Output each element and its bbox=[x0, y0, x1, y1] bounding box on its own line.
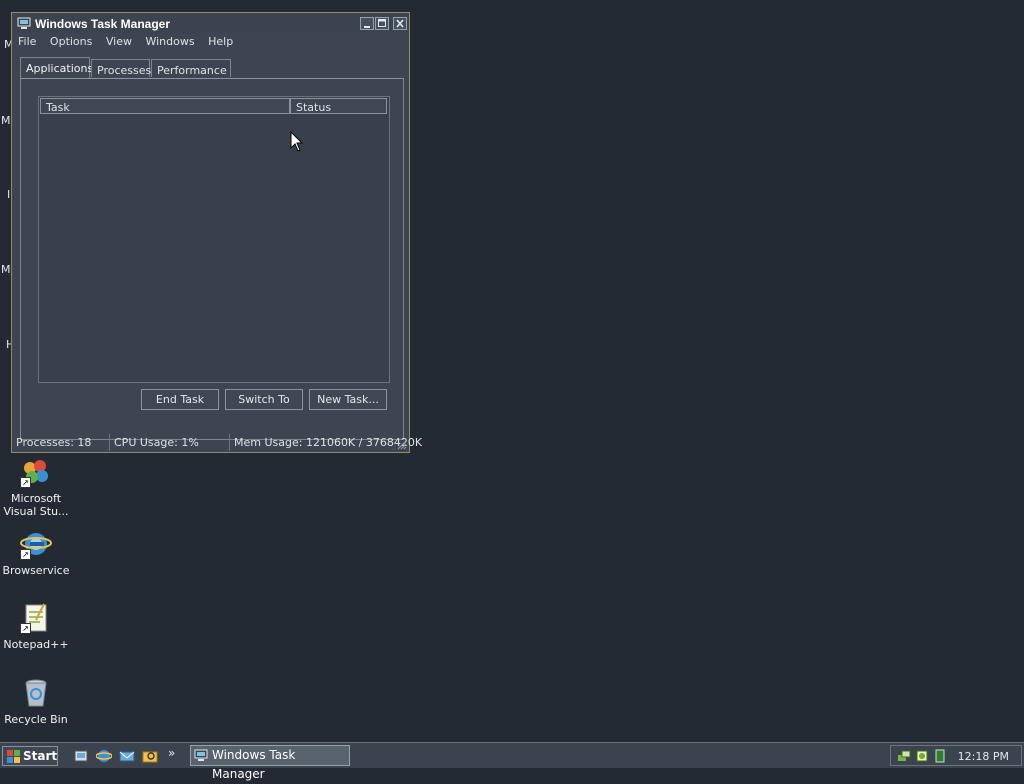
menu-file[interactable]: File bbox=[18, 35, 36, 48]
network-icon[interactable] bbox=[897, 749, 911, 766]
end-task-button[interactable]: End Task bbox=[141, 389, 219, 410]
task-list[interactable]: Task Status bbox=[38, 96, 390, 383]
desktop-icon-label: Microsoft Visual Stu... bbox=[3, 492, 69, 518]
notepadpp-icon: ↗ bbox=[20, 602, 52, 634]
close-button[interactable] bbox=[393, 17, 407, 30]
task-manager-window[interactable]: Windows Task Manager File Options View W… bbox=[11, 12, 423, 453]
tab-performance[interactable]: Performance bbox=[151, 59, 231, 77]
menu-bar: File Options View Windows Help bbox=[18, 35, 243, 51]
desktop-icon-label-fragment: I bbox=[7, 188, 11, 201]
resize-grip-icon[interactable] bbox=[397, 440, 407, 450]
shortcut-arrow-icon: ↗ bbox=[20, 549, 31, 560]
visual-studio-icon: ↗ bbox=[20, 456, 52, 488]
desktop-icon-label: Recycle Bin bbox=[4, 713, 68, 726]
shortcut-arrow-icon: ↗ bbox=[20, 477, 31, 488]
taskbar-button-label: Windows Task Manager bbox=[212, 748, 296, 781]
new-task-button[interactable]: New Task... bbox=[309, 389, 387, 410]
status-bar: Processes: 18 CPU Usage: 1% Mem Usage: 1… bbox=[13, 434, 423, 451]
minimize-icon bbox=[364, 26, 370, 28]
task-manager-icon bbox=[17, 17, 31, 30]
minimize-button[interactable] bbox=[360, 17, 374, 30]
desktop-icon-label: Notepad++ bbox=[3, 638, 69, 651]
quick-launch-chevron[interactable]: » bbox=[168, 746, 175, 760]
start-label: Start bbox=[23, 749, 58, 763]
maximize-icon bbox=[378, 19, 386, 27]
menu-help[interactable]: Help bbox=[208, 35, 233, 48]
desktop-icon-label: Browservice bbox=[2, 564, 70, 577]
menu-windows[interactable]: Windows bbox=[145, 35, 194, 48]
taskbar: Start » Windows Task Manager 12:18 PM bbox=[0, 742, 1024, 781]
task-manager-icon bbox=[194, 749, 208, 762]
desktop-icon-label-fragment: M bbox=[1, 263, 11, 276]
recycle-bin-icon bbox=[20, 677, 52, 709]
show-desktop-icon[interactable] bbox=[73, 748, 89, 764]
taskbar-button-task-manager[interactable]: Windows Task Manager bbox=[190, 745, 350, 781]
window-title: Windows Task Manager bbox=[35, 17, 171, 31]
explorer-icon[interactable] bbox=[142, 748, 158, 764]
mouse-cursor-icon bbox=[290, 131, 304, 152]
status-mem-usage: Mem Usage: 121060K / 3768420K bbox=[234, 436, 423, 449]
column-header-status[interactable]: Status bbox=[290, 98, 387, 114]
tab-processes[interactable]: Processes bbox=[91, 59, 151, 77]
tab-applications[interactable]: Applications bbox=[20, 57, 93, 79]
system-tray: 12:18 PM bbox=[890, 745, 1022, 766]
internet-explorer-icon: ↗ bbox=[20, 528, 52, 560]
clock[interactable]: 12:18 PM bbox=[958, 750, 1009, 763]
switch-to-button[interactable]: Switch To bbox=[225, 389, 303, 410]
maximize-button[interactable] bbox=[375, 17, 389, 30]
windows-logo-icon bbox=[7, 750, 20, 763]
email-icon[interactable] bbox=[119, 748, 135, 764]
menu-options[interactable]: Options bbox=[50, 35, 92, 48]
status-processes: Processes: 18 bbox=[13, 434, 110, 451]
desktop-icon-notepadpp[interactable]: ↗ Notepad++ bbox=[0, 602, 72, 651]
security-icon[interactable] bbox=[915, 749, 929, 766]
start-button[interactable]: Start bbox=[2, 746, 58, 766]
menu-view[interactable]: View bbox=[106, 35, 132, 48]
desktop-icon-visual-studio[interactable]: ↗ Microsoft Visual Stu... bbox=[0, 456, 72, 518]
desktop-icon-browservice[interactable]: ↗ Browservice bbox=[0, 528, 72, 577]
battery-icon[interactable] bbox=[933, 749, 947, 766]
title-bar[interactable]: Windows Task Manager bbox=[14, 15, 407, 33]
close-icon bbox=[396, 19, 404, 28]
desktop-icon-label-fragment: M bbox=[1, 114, 11, 127]
column-header-task[interactable]: Task bbox=[40, 98, 290, 114]
shortcut-arrow-icon: ↗ bbox=[20, 623, 31, 634]
desktop-icon-recycle-bin[interactable]: Recycle Bin bbox=[0, 677, 72, 726]
status-cpu-usage: CPU Usage: 1% bbox=[111, 434, 230, 451]
browser-icon[interactable] bbox=[95, 748, 113, 764]
